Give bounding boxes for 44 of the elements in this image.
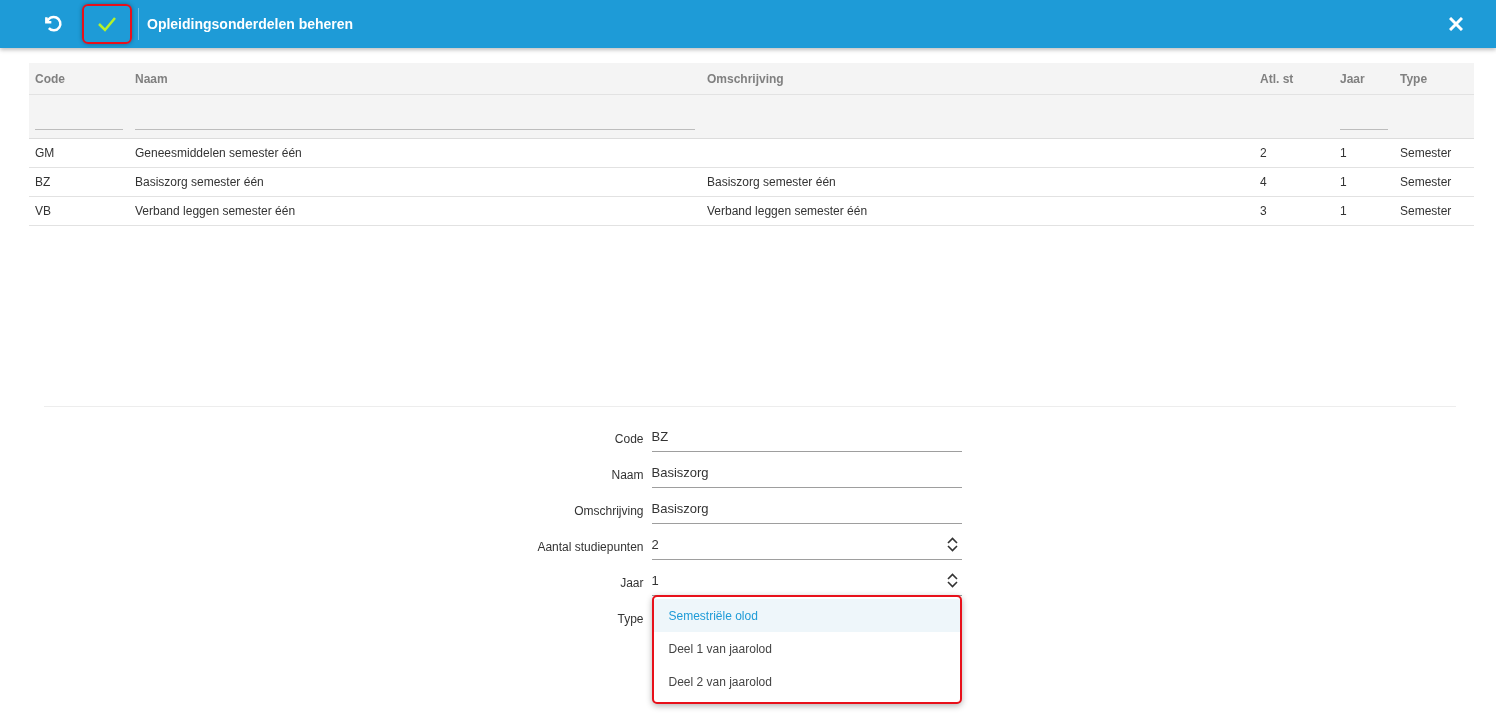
field-label: Code bbox=[613, 432, 644, 446]
column-header[interactable]: Atl. st bbox=[1260, 71, 1294, 86]
chevron-up-icon[interactable] bbox=[946, 572, 958, 580]
table-cell: 4 bbox=[1260, 175, 1267, 189]
field-label: Jaar bbox=[619, 576, 644, 590]
table-cell: 2 bbox=[1260, 146, 1267, 160]
table-cell: 1 bbox=[1340, 175, 1347, 189]
table-cell: 3 bbox=[1260, 204, 1267, 218]
text-field[interactable]: BZ bbox=[651, 421, 962, 452]
table-cell: BZ bbox=[35, 175, 51, 189]
chevron-up-icon[interactable] bbox=[946, 536, 958, 544]
table-cell: Basiszorg semester één bbox=[707, 175, 836, 189]
window-title: Opleidingsonderdelen beheren bbox=[147, 16, 355, 32]
confirm-button[interactable] bbox=[82, 4, 132, 44]
dropdown-option[interactable]: Deel 1 van jaarolod bbox=[653, 632, 960, 665]
field-label: Type bbox=[616, 612, 644, 626]
column-header[interactable]: Omschrijving bbox=[707, 71, 784, 86]
close-icon bbox=[1449, 17, 1463, 31]
field-label: Aantal studiepunten bbox=[536, 540, 644, 554]
number-field[interactable]: 2 bbox=[651, 529, 962, 560]
column-header[interactable]: Type bbox=[1400, 71, 1428, 86]
table-cell: Semester bbox=[1400, 175, 1452, 189]
text-field[interactable]: Basiszorg bbox=[651, 457, 962, 488]
table-cell: Semester bbox=[1400, 146, 1452, 160]
table-cell: GM bbox=[35, 146, 55, 160]
table-cell: VB bbox=[35, 204, 51, 218]
undo-icon bbox=[43, 14, 63, 34]
table-cell: Basiszorg semester één bbox=[135, 175, 264, 189]
table-cell: Geneesmiddelen semester één bbox=[135, 146, 302, 160]
dropdown-option[interactable]: Deel 2 van jaarolod bbox=[653, 665, 960, 698]
table-cell: Verband leggen semester één bbox=[135, 204, 296, 218]
column-header[interactable]: Code bbox=[35, 71, 65, 86]
table-cell: 1 bbox=[1340, 146, 1347, 160]
chevron-down-icon[interactable] bbox=[946, 580, 958, 588]
chevron-down-icon[interactable] bbox=[946, 544, 958, 552]
table-cell: Semester bbox=[1400, 204, 1452, 218]
column-header[interactable]: Jaar bbox=[1340, 71, 1365, 86]
field-label: Naam bbox=[610, 468, 644, 482]
text-field[interactable]: Basiszorg bbox=[651, 493, 962, 524]
table-cell: 1 bbox=[1340, 204, 1347, 218]
check-icon bbox=[97, 16, 117, 32]
column-header[interactable]: Naam bbox=[135, 71, 168, 86]
field-label: Omschrijving bbox=[573, 504, 644, 518]
table-cell: Verband leggen semester één bbox=[707, 204, 868, 218]
